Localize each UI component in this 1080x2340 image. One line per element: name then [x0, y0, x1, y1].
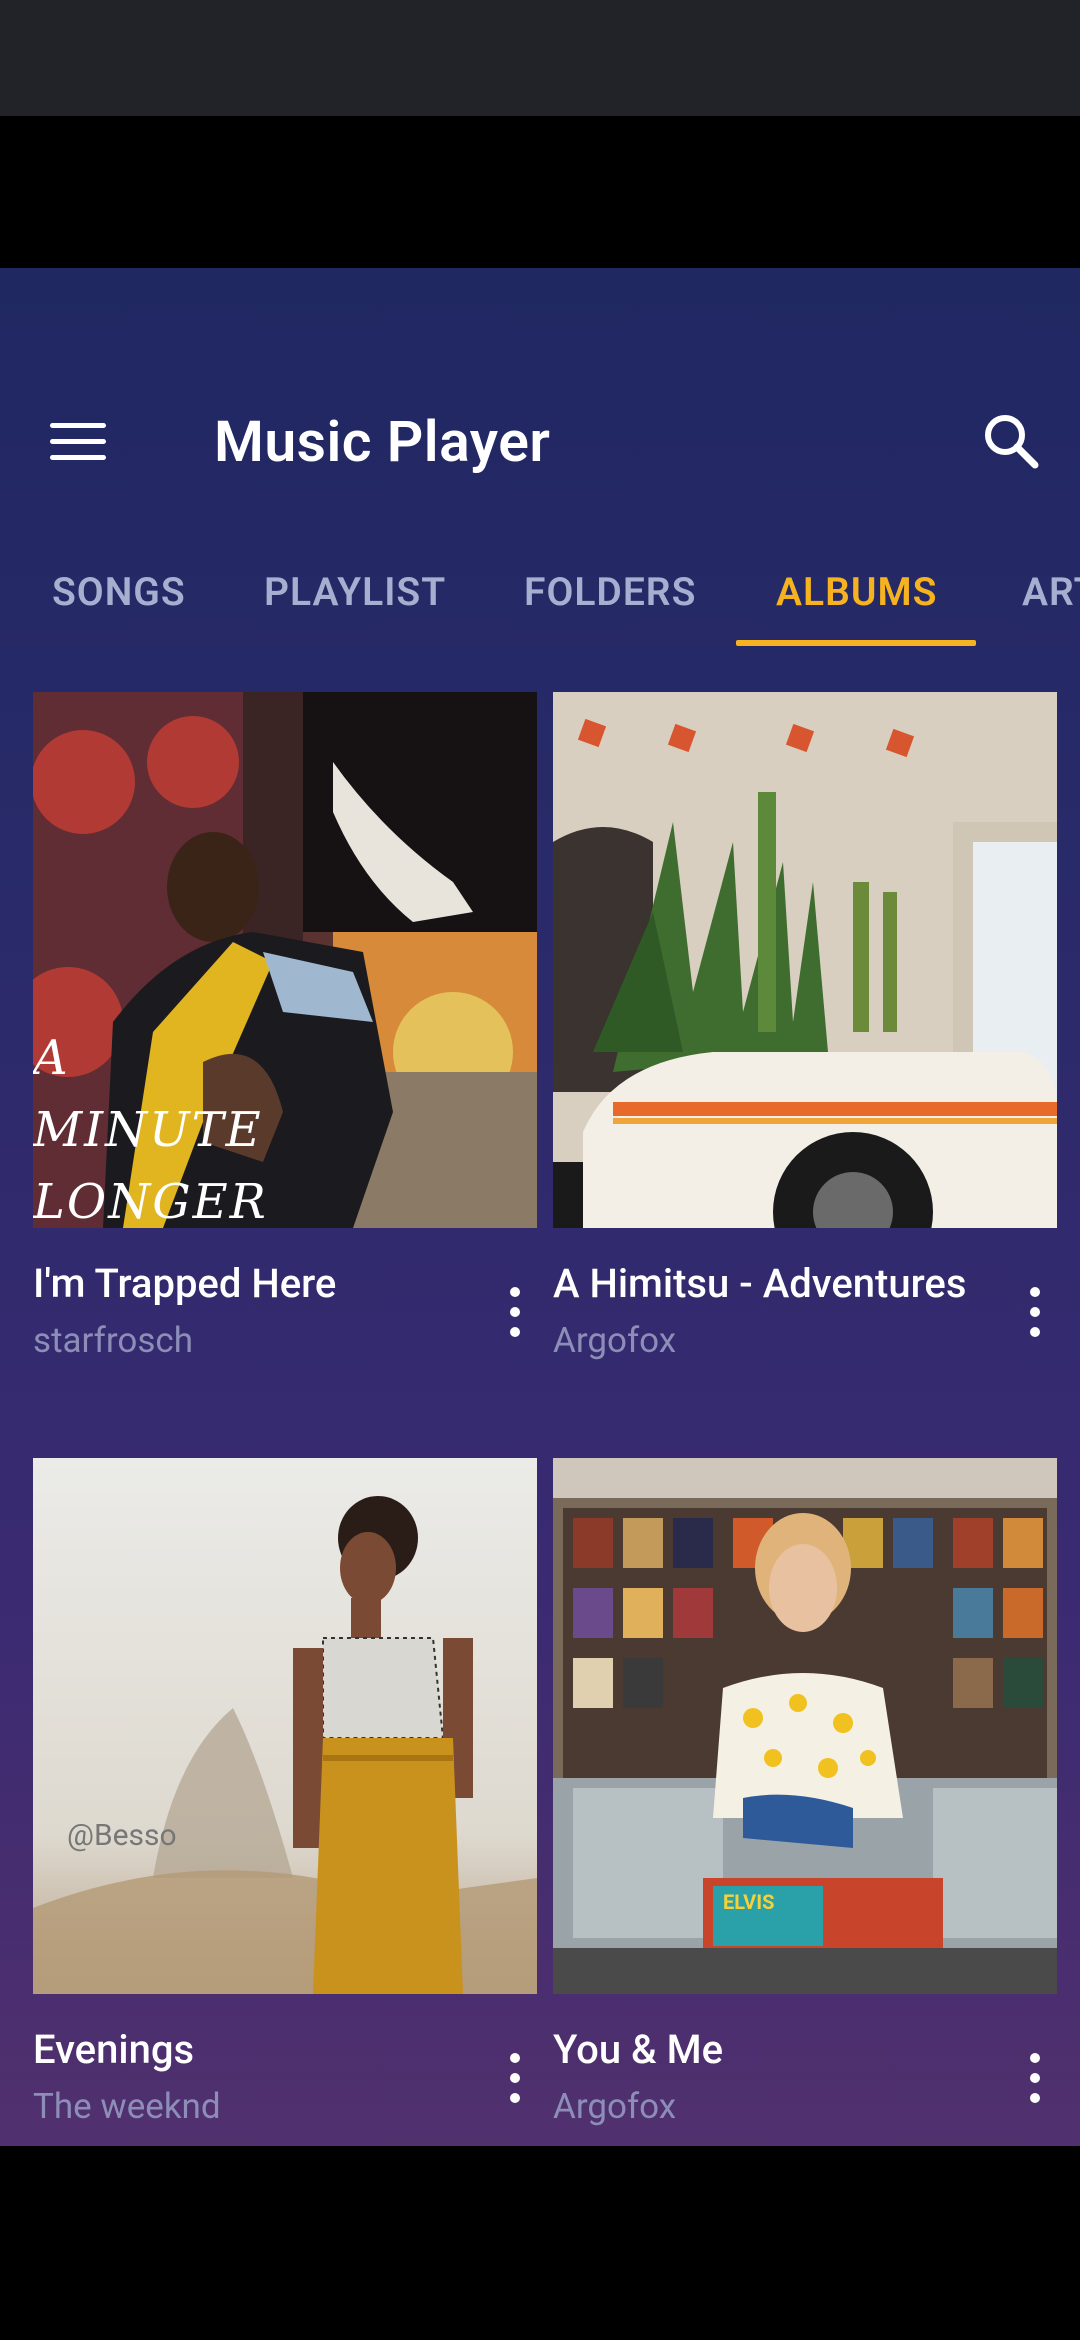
more-vert-icon [510, 1287, 520, 1337]
status-bar [0, 0, 1080, 116]
tab-playlist[interactable]: PLAYLIST [264, 536, 446, 648]
more-options-button[interactable] [493, 1272, 537, 1352]
cover-text: @Besso [67, 1818, 177, 1853]
tab-bar: SONGS PLAYLIST FOLDERS ALBUMS ARTISTS [0, 536, 1080, 648]
album-cover: ELVIS [553, 1458, 1057, 1994]
tab-artists[interactable]: ARTISTS [1022, 536, 1080, 648]
album-cover [553, 692, 1057, 1228]
album-artist: Argofox [553, 2086, 677, 2127]
search-icon [985, 415, 1039, 469]
menu-icon [50, 423, 106, 461]
album-artist: starfrosch [33, 1320, 193, 1361]
album-artist: The weeknd [33, 2086, 221, 2127]
album-artist: Argofox [553, 1320, 677, 1361]
more-options-button[interactable] [493, 2038, 537, 2118]
music-app: Music Player SONGS PLAYLIST FOLDERS ALBU… [0, 268, 1080, 2146]
cover-text: A MINUTE LONGER [33, 1030, 268, 1228]
album-title: A Himitsu - Adventures [553, 1260, 967, 1307]
search-button[interactable] [966, 396, 1056, 486]
tab-songs[interactable]: SONGS [52, 536, 186, 648]
more-vert-icon [1030, 2053, 1040, 2103]
more-vert-icon [1030, 1287, 1040, 1337]
tab-folders[interactable]: FOLDERS [524, 536, 696, 648]
more-options-button[interactable] [1013, 1272, 1057, 1352]
album-title: You & Me [553, 2026, 724, 2073]
menu-button[interactable] [36, 400, 120, 484]
more-vert-icon [510, 2053, 520, 2103]
album-title: I'm Trapped Here [33, 1260, 337, 1307]
cover-text: ELVIS [723, 1890, 775, 1914]
app-title: Music Player [214, 408, 551, 475]
bottom-black-band [0, 2146, 1080, 2340]
more-options-button[interactable] [1013, 2038, 1057, 2118]
album-cover: A MINUTE LONGER [33, 692, 537, 1228]
album-title: Evenings [33, 2026, 195, 2073]
top-black-band [0, 116, 1080, 268]
album-cover: @Besso [33, 1458, 537, 1994]
tab-indicator [736, 640, 976, 646]
tab-albums[interactable]: ALBUMS [776, 536, 937, 648]
